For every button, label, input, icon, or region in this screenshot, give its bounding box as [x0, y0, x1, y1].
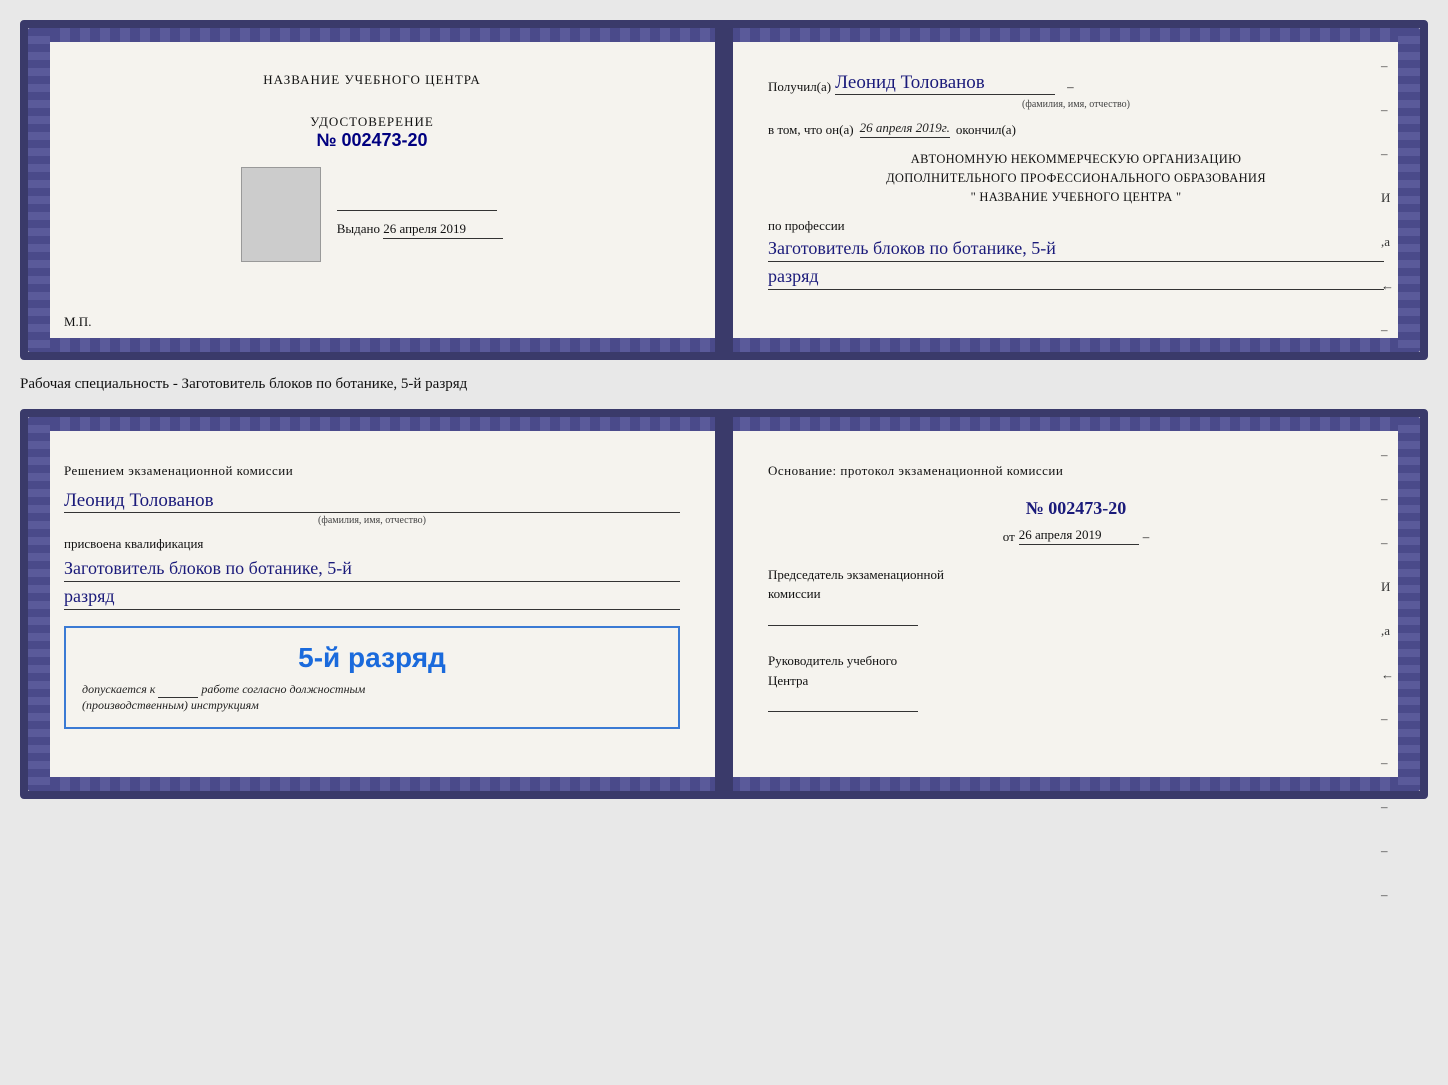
dash-r6: ←	[1381, 278, 1394, 294]
doc-spine-2	[715, 417, 733, 791]
doc1-name: Леонид Толованов	[835, 72, 1055, 95]
rukovoditel-sig-line	[768, 694, 918, 712]
udostoverenie-number: № 002473-20	[310, 130, 434, 151]
dopuskaetsya-text: допускается к	[82, 682, 155, 696]
resheniem-block: Решением экзаменационной комиссии	[64, 461, 680, 482]
doc2-left-content: Решением экзаменационной комиссии Леонид…	[56, 441, 688, 729]
dash2-r10: –	[1381, 843, 1394, 859]
dash-r4: И	[1381, 190, 1394, 206]
po-professii-label: по профессии	[768, 218, 1384, 234]
poluchil-text: Получил(а)	[768, 79, 831, 95]
rabota-text: работе согласно должностным	[201, 682, 365, 696]
prisvoena-label: присвоена квалификация	[64, 536, 680, 552]
page-wrapper: НАЗВАНИЕ УЧЕБНОГО ЦЕНТРА УДОСТОВЕРЕНИЕ №…	[20, 20, 1428, 799]
doc2-profession: Заготовитель блоков по ботанике, 5-й	[64, 558, 680, 582]
vtom-date: 26 апреля 2019г.	[860, 120, 950, 138]
signature-line	[337, 191, 497, 211]
rukovoditel-label: Руководитель учебного	[768, 651, 1384, 671]
protocol-number: № 002473-20	[768, 498, 1384, 519]
poluchil-line: Получил(а) Леонид Толованов –	[768, 72, 1384, 95]
udostoverenie-title: УДОСТОВЕРЕНИЕ	[310, 114, 434, 130]
vtom-line: в том, что он(а) 26 апреля 2019г. окончи…	[768, 120, 1384, 138]
dash2-r6: ←	[1381, 667, 1394, 683]
photo-placeholder	[241, 167, 321, 262]
document-card-2: Решением экзаменационной комиссии Леонид…	[20, 409, 1428, 799]
tsentra-label: Центра	[768, 671, 1384, 691]
doc2-name: Леонид Толованов	[64, 490, 680, 513]
osnovanie-block: Основание: протокол экзаменационной коми…	[768, 461, 1384, 482]
mp-label: М.П.	[64, 314, 91, 330]
dopuskaetsya-underline	[158, 682, 198, 698]
instruktsii-line: (производственным) инструкциям	[82, 698, 662, 713]
vtom-text: в том, что он(а)	[768, 122, 854, 138]
vydano-block: Выдано 26 апреля 2019	[337, 191, 504, 239]
dashes-col-2: – – – И ,а ← – – – – –	[1381, 447, 1394, 903]
dash2-r4: И	[1381, 579, 1394, 595]
side-strip-left-2	[28, 417, 50, 791]
dopuskaetsya-line: допускается к работе согласно должностны…	[82, 682, 662, 698]
dash-r3: –	[1381, 146, 1394, 162]
ot-line: от 26 апреля 2019 –	[768, 527, 1384, 545]
specialty-label: Рабочая специальность - Заготовитель бло…	[20, 372, 1428, 397]
org-line1: АВТОНОМНУЮ НЕКОММЕРЧЕСКУЮ ОРГАНИЗАЦИЮ	[768, 150, 1384, 169]
rukovoditel-block: Руководитель учебного Центра	[768, 651, 1384, 718]
doc1-center-label: НАЗВАНИЕ УЧЕБНОГО ЦЕНТРА	[263, 72, 480, 88]
resheniem-text: Решением экзаменационной комиссии	[64, 463, 293, 478]
document-card-1: НАЗВАНИЕ УЧЕБНОГО ЦЕНТРА УДОСТОВЕРЕНИЕ №…	[20, 20, 1428, 360]
big-razryad-box: 5-й разряд допускается к работе согласно…	[64, 626, 680, 729]
predsedatel-sig-line	[768, 608, 918, 626]
doc-spine-1	[715, 28, 733, 352]
ot-date: 26 апреля 2019	[1019, 527, 1139, 545]
doc1-right-content: Получил(а) Леонид Толованов – (фамилия, …	[760, 52, 1392, 290]
org-line2: ДОПОЛНИТЕЛЬНОГО ПРОФЕССИОНАЛЬНОГО ОБРАЗО…	[768, 169, 1384, 188]
komissii-label: комиссии	[768, 584, 1384, 604]
dash2-r5: ,а	[1381, 623, 1394, 639]
dashes-col-1: – – – И ,а ← –	[1381, 58, 1394, 338]
udostoverenie-block: УДОСТОВЕРЕНИЕ № 002473-20	[310, 114, 434, 151]
doc1-left-content: НАЗВАНИЕ УЧЕБНОГО ЦЕНТРА УДОСТОВЕРЕНИЕ №…	[56, 52, 688, 262]
okonchil-text: окончил(а)	[956, 122, 1016, 138]
vydano-block-text: Выдано 26 апреля 2019	[337, 221, 504, 239]
dash2-r1: –	[1381, 447, 1394, 463]
doc1-razryad: разряд	[768, 266, 1384, 290]
dash2-r2: –	[1381, 491, 1394, 507]
dash-r1: –	[1381, 58, 1394, 74]
ot-text: от	[1003, 529, 1015, 545]
doc2-right: Основание: протокол экзаменационной коми…	[724, 417, 1420, 791]
dash-r5: ,а	[1381, 234, 1394, 250]
predsedatel-label: Председатель экзаменационной	[768, 565, 1384, 585]
dash1: –	[1067, 79, 1074, 95]
vydano-value: 26 апреля 2019	[383, 221, 503, 239]
dash2-r11: –	[1381, 887, 1394, 903]
side-strip-right-2	[1398, 417, 1420, 791]
side-strip-right-1	[1398, 28, 1420, 352]
big-razryad-text: 5-й разряд	[82, 642, 662, 674]
dash2-r9: –	[1381, 799, 1394, 815]
fio-caption-2: (фамилия, имя, отчество)	[64, 515, 680, 526]
doc2-left: Решением экзаменационной комиссии Леонид…	[28, 417, 724, 791]
dash2-r8: –	[1381, 755, 1394, 771]
vydano-label: Выдано	[337, 221, 380, 236]
predsedatel-block: Председатель экзаменационной комиссии	[768, 565, 1384, 632]
doc2-right-content: Основание: протокол экзаменационной коми…	[760, 441, 1392, 718]
doc1-right: Получил(а) Леонид Толованов – (фамилия, …	[724, 28, 1420, 352]
doc1-left-row: Выдано 26 апреля 2019	[64, 167, 680, 262]
doc1-profession: Заготовитель блоков по ботанике, 5-й	[768, 238, 1384, 262]
org-block: АВТОНОМНУЮ НЕКОММЕРЧЕСКУЮ ОРГАНИЗАЦИЮ ДО…	[768, 150, 1384, 206]
org-line3: " НАЗВАНИЕ УЧЕБНОГО ЦЕНТРА "	[768, 188, 1384, 207]
doc1-left: НАЗВАНИЕ УЧЕБНОГО ЦЕНТРА УДОСТОВЕРЕНИЕ №…	[28, 28, 724, 352]
ot-dash: –	[1143, 529, 1150, 545]
dash2-r3: –	[1381, 535, 1394, 551]
doc2-razryad: разряд	[64, 586, 680, 610]
fio-caption-1: (фамилия, имя, отчество)	[768, 99, 1384, 110]
dash-r2: –	[1381, 102, 1394, 118]
side-strip-left-1	[28, 28, 50, 352]
dash-r7: –	[1381, 322, 1394, 338]
dash2-r7: –	[1381, 711, 1394, 727]
